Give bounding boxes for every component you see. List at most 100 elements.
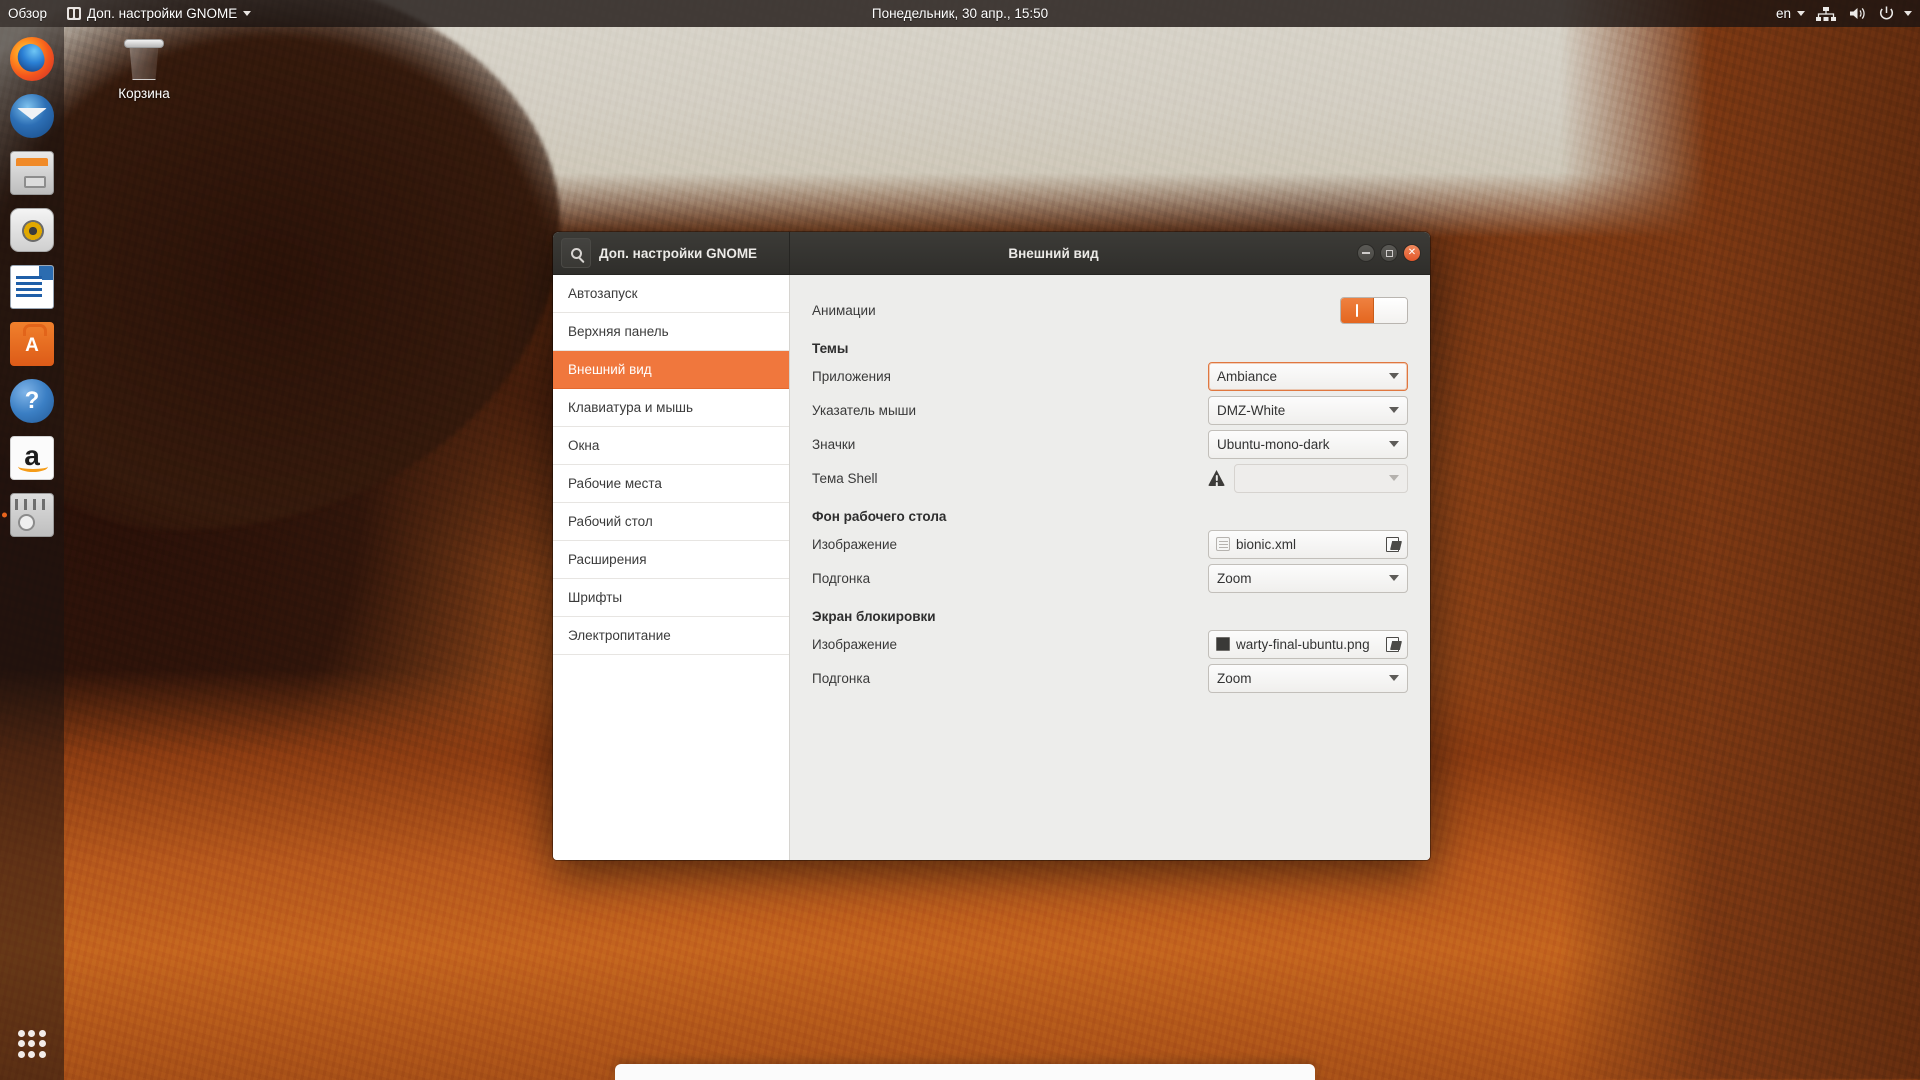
dock-item-firefox[interactable] xyxy=(8,35,56,83)
lock-adjustment-value: Zoom xyxy=(1217,670,1252,686)
dock-item-gnome-tweaks[interactable] xyxy=(8,491,56,539)
shell-theme-combo xyxy=(1234,463,1408,493)
panel-status-area: en xyxy=(1772,0,1920,27)
dock-item-amazon[interactable] xyxy=(8,434,56,482)
window-titlebar[interactable]: Доп. настройки GNOME Внешний вид ✕ xyxy=(553,232,1430,275)
chevron-down-icon xyxy=(1389,675,1399,681)
animations-toggle[interactable] xyxy=(1340,296,1408,324)
cursor-theme-value: DMZ-White xyxy=(1217,402,1286,418)
grid-dot-icon xyxy=(39,1029,47,1037)
overview-button[interactable]: Обзор xyxy=(0,0,57,27)
lock-image-chooser[interactable]: warty-final-ubuntu.png xyxy=(1208,629,1408,659)
dock-item-rhythmbox[interactable] xyxy=(8,206,56,254)
lock-adjustment-combo[interactable]: Zoom xyxy=(1208,663,1408,693)
cursor-theme-label: Указатель мыши xyxy=(812,402,917,418)
background-adjustment-combo[interactable]: Zoom xyxy=(1208,563,1408,593)
top-panel: Обзор Доп. настройки GNOME Понедельник, … xyxy=(0,0,1920,27)
lock-image-label: Изображение xyxy=(812,636,898,652)
window-body: Автозапуск Верхняя панель Внешний вид Кл… xyxy=(553,275,1430,860)
dock-item-libreoffice-writer[interactable] xyxy=(8,263,56,311)
shell-theme-label: Тема Shell xyxy=(812,470,878,486)
ubuntu-software-icon xyxy=(10,322,54,366)
applications-theme-combo[interactable]: Ambiance xyxy=(1208,361,1408,391)
show-applications-button[interactable] xyxy=(8,1020,56,1068)
sidebar-item-keyboard-mouse[interactable]: Клавиатура и мышь xyxy=(553,389,789,427)
app-menu-button[interactable]: Доп. настройки GNOME xyxy=(57,0,261,27)
gnome-tweaks-icon xyxy=(67,7,81,20)
icons-theme-value: Ubuntu-mono-dark xyxy=(1217,436,1330,452)
row-background-adjustment: Подгонка Zoom xyxy=(812,561,1408,595)
open-folder-icon[interactable] xyxy=(1385,635,1403,653)
dock-item-help[interactable] xyxy=(8,377,56,425)
background-adjustment-value: Zoom xyxy=(1217,570,1252,586)
bottom-osd-panel xyxy=(615,1064,1315,1080)
sidebar-item-top-bar[interactable]: Верхняя панель xyxy=(553,313,789,351)
sidebar-item-extensions[interactable]: Расширения xyxy=(553,541,789,579)
wallpaper-rock-left xyxy=(0,0,560,530)
sidebar-item-label: Окна xyxy=(568,438,600,453)
dock-item-ubuntu-software[interactable] xyxy=(8,320,56,368)
close-icon: ✕ xyxy=(1407,247,1417,258)
sidebar-item-windows[interactable]: Окна xyxy=(553,427,789,465)
row-lock-adjustment: Подгонка Zoom xyxy=(812,661,1408,695)
gnome-tweaks-window: Доп. настройки GNOME Внешний вид ✕ Автоз… xyxy=(553,232,1430,860)
row-background-image: Изображение bionic.xml xyxy=(812,527,1408,561)
volume-icon[interactable] xyxy=(1848,6,1868,21)
window-controls: ✕ xyxy=(1357,244,1430,262)
lock-adjustment-label: Подгонка xyxy=(812,670,871,686)
sidebar-item-startup[interactable]: Автозапуск xyxy=(553,275,789,313)
minimize-button[interactable] xyxy=(1357,244,1375,262)
dock-item-thunderbird[interactable] xyxy=(8,92,56,140)
sidebar-item-desktop[interactable]: Рабочий стол xyxy=(553,503,789,541)
lock-screen-heading: Экран блокировки xyxy=(812,609,936,624)
desktop-icon-label: Корзина xyxy=(118,86,170,101)
row-shell-theme: Тема Shell xyxy=(812,461,1408,495)
trash-icon xyxy=(122,34,166,82)
sidebar-item-label: Верхняя панель xyxy=(568,324,669,339)
cursor-theme-combo[interactable]: DMZ-White xyxy=(1208,395,1408,425)
applications-theme-value: Ambiance xyxy=(1217,368,1278,384)
sidebar-item-label: Рабочие места xyxy=(568,476,662,491)
row-lock-image: Изображение warty-final-ubuntu.png xyxy=(812,627,1408,661)
panel-clock[interactable]: Понедельник, 30 апр., 15:50 xyxy=(0,6,1920,21)
settings-sidebar: Автозапуск Верхняя панель Внешний вид Кл… xyxy=(553,275,790,860)
grid-dot-icon xyxy=(39,1051,47,1059)
rhythmbox-icon xyxy=(10,208,54,252)
close-button[interactable]: ✕ xyxy=(1403,244,1421,262)
applications-theme-label: Приложения xyxy=(812,368,891,384)
sidebar-item-label: Рабочий стол xyxy=(568,514,653,529)
open-folder-icon[interactable] xyxy=(1385,535,1403,553)
desktop-icon-trash[interactable]: Корзина xyxy=(88,34,200,101)
wallpaper-rock-right xyxy=(1560,0,1920,1080)
xml-file-icon xyxy=(1216,537,1230,551)
sidebar-item-label: Расширения xyxy=(568,552,647,567)
toggle-on-side xyxy=(1341,297,1374,323)
icons-theme-label: Значки xyxy=(812,436,856,452)
sidebar-item-power[interactable]: Электропитание xyxy=(553,617,789,655)
sidebar-item-appearance[interactable]: Внешний вид xyxy=(553,351,789,389)
maximize-button[interactable] xyxy=(1380,244,1398,262)
power-icon[interactable] xyxy=(1878,5,1895,22)
sidebar-item-fonts[interactable]: Шрифты xyxy=(553,579,789,617)
window-page-title: Внешний вид xyxy=(1008,245,1099,261)
background-heading: Фон рабочего стола xyxy=(812,509,947,524)
sidebar-item-label: Электропитание xyxy=(568,628,671,643)
keyboard-layout-button[interactable]: en xyxy=(1772,0,1809,27)
search-button[interactable] xyxy=(561,238,591,268)
grid-dot-icon xyxy=(17,1051,25,1059)
warning-icon xyxy=(1208,470,1225,486)
network-icon[interactable] xyxy=(1816,6,1836,21)
dock-item-files[interactable] xyxy=(8,149,56,197)
animations-label: Анимации xyxy=(812,302,876,318)
app-menu-label: Доп. настройки GNOME xyxy=(87,6,238,21)
chevron-down-icon xyxy=(1797,11,1805,16)
chevron-down-icon xyxy=(243,11,252,16)
keyboard-layout-label: en xyxy=(1775,6,1791,21)
background-image-chooser[interactable]: bionic.xml xyxy=(1208,529,1408,559)
chevron-down-icon xyxy=(1389,373,1399,379)
sidebar-item-workspaces[interactable]: Рабочие места xyxy=(553,465,789,503)
chevron-down-icon[interactable] xyxy=(1904,11,1912,16)
icons-theme-combo[interactable]: Ubuntu-mono-dark xyxy=(1208,429,1408,459)
row-animations: Анимации xyxy=(812,293,1408,327)
sidebar-item-label: Шрифты xyxy=(568,590,623,605)
